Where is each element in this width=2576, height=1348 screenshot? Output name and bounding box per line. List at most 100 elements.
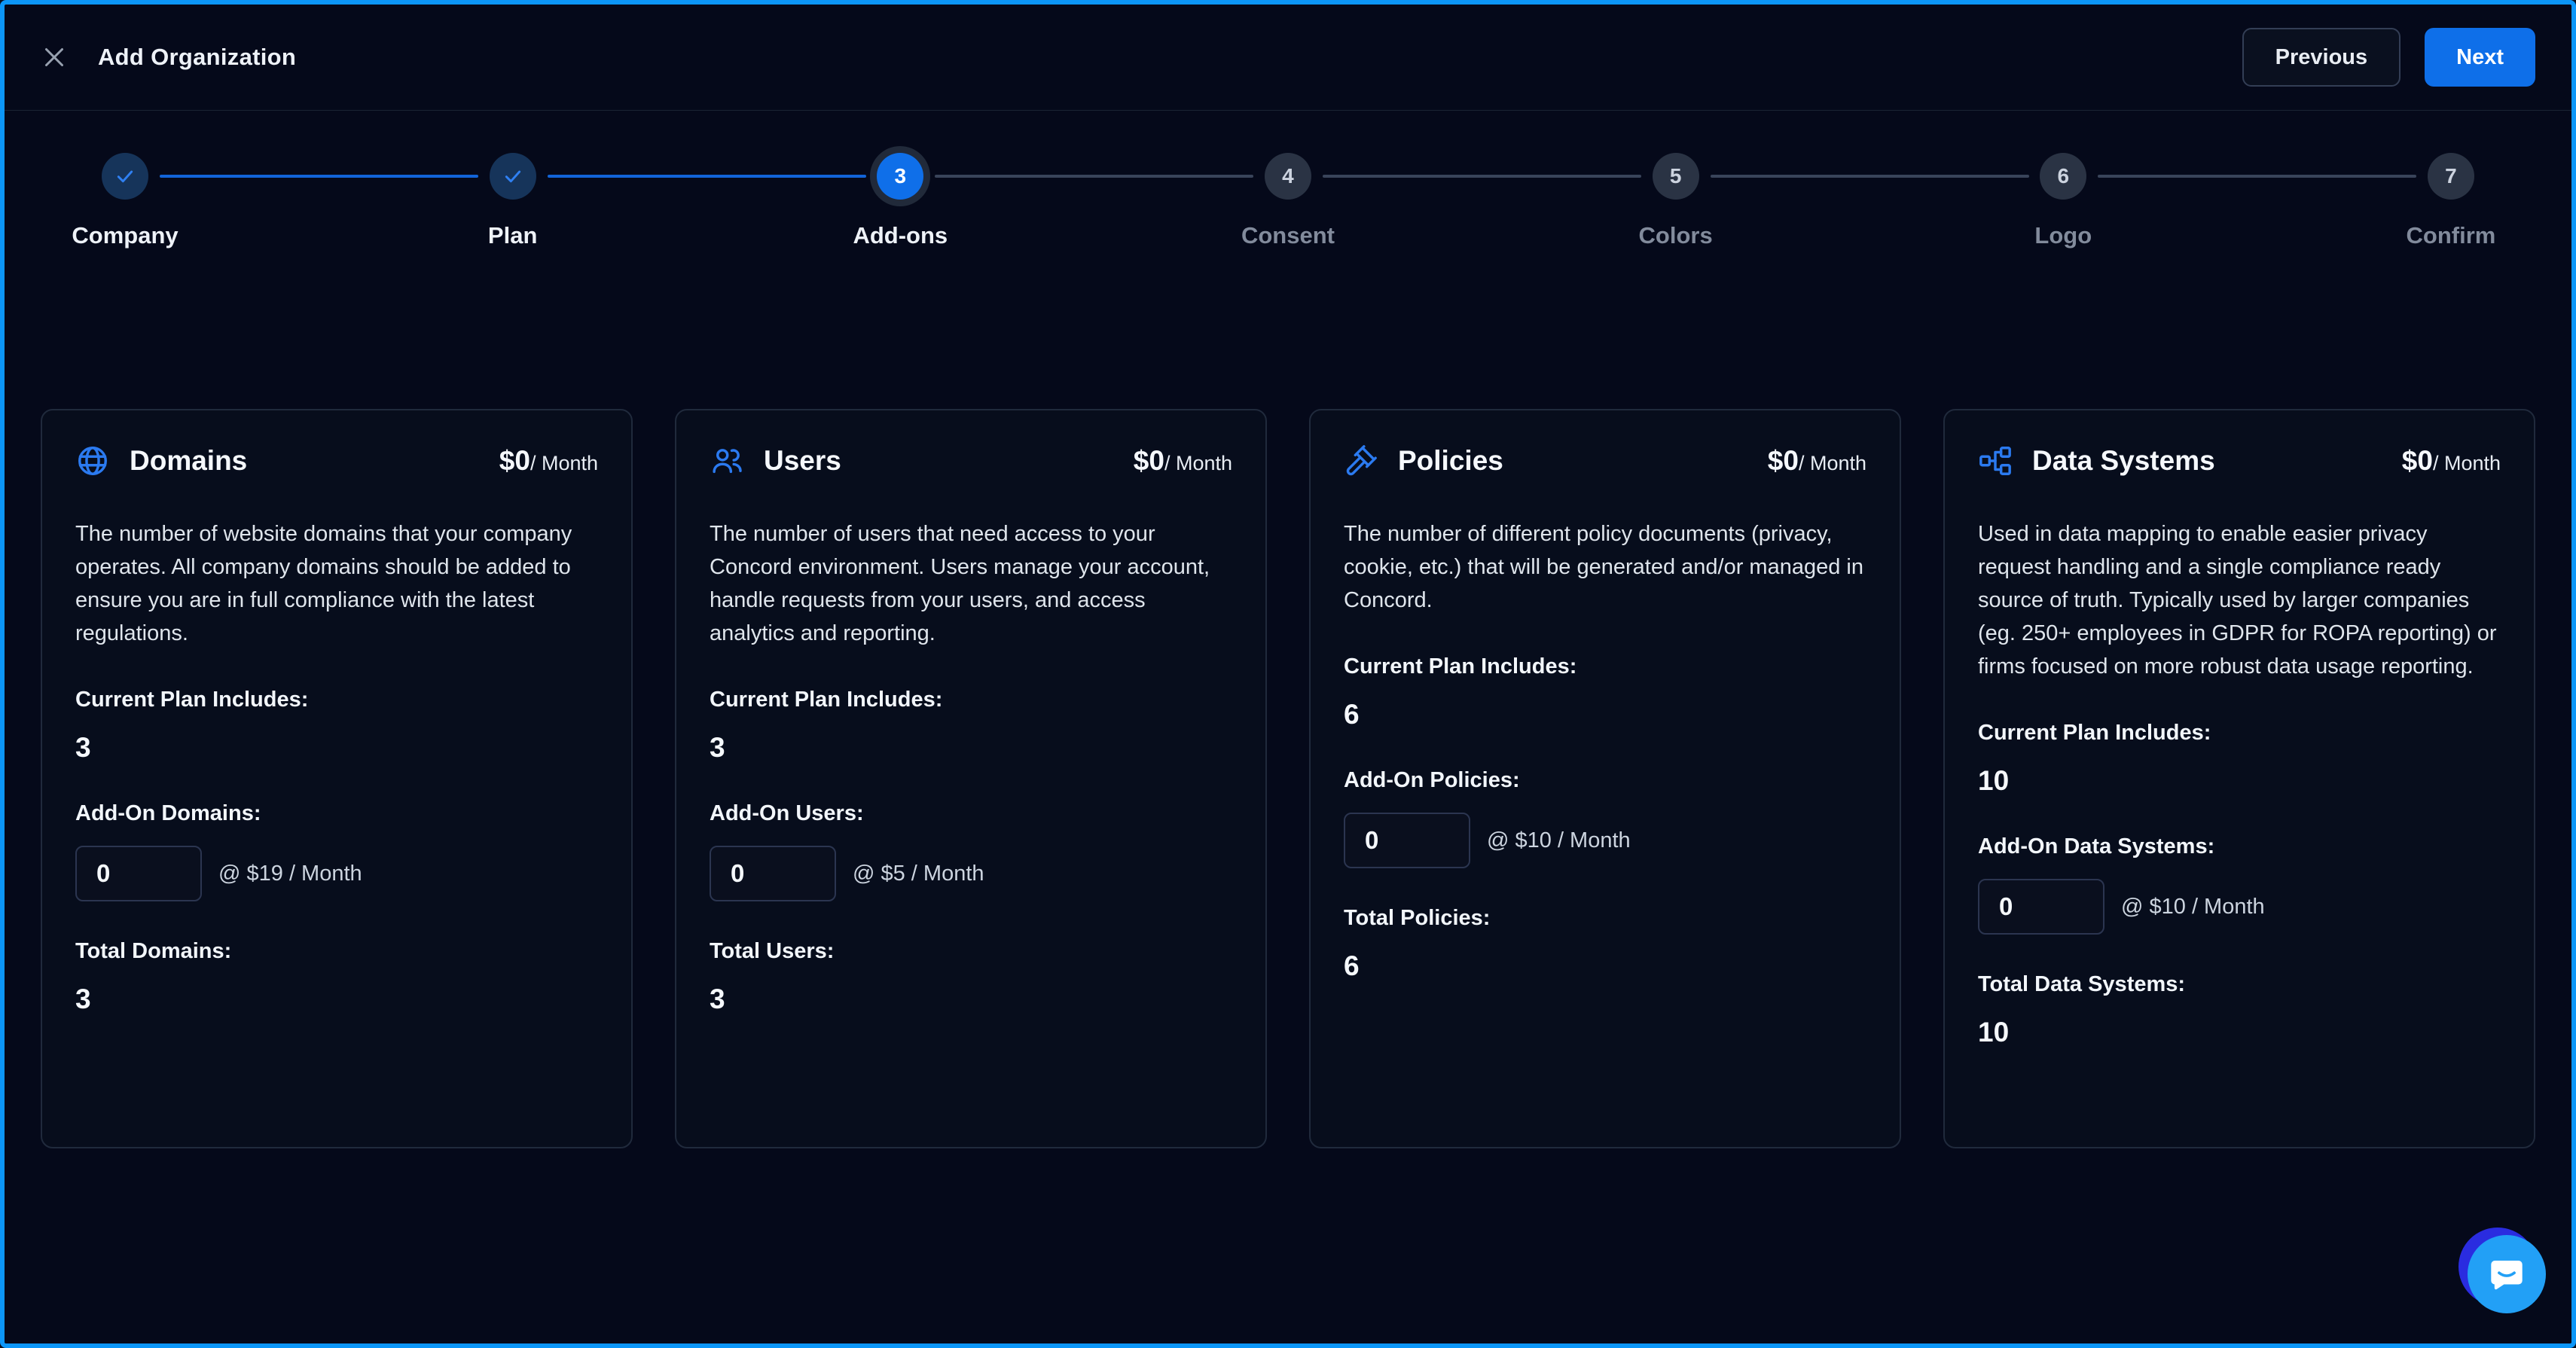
addon-label: Add-On Data Systems: [1978, 834, 2501, 859]
data-systems-icon [1978, 444, 2013, 478]
current-plan-label: Current Plan Includes: [75, 688, 598, 712]
addon-users-input[interactable] [710, 846, 836, 901]
step-circle: 3 [877, 153, 923, 200]
price-amount: $0 [499, 445, 530, 477]
step-circle [490, 153, 536, 200]
step-connector [1323, 175, 1641, 178]
total-label: Total Policies: [1344, 906, 1866, 931]
step-consent[interactable]: 4 Consent [1190, 153, 1386, 249]
step-circle: 7 [2428, 153, 2474, 200]
step-circle: 6 [2040, 153, 2086, 200]
step-circle: 4 [1265, 153, 1311, 200]
total-value: 3 [710, 984, 1232, 1015]
addon-rate: @ $19 / Month [218, 862, 362, 886]
price-amount: $0 [2402, 445, 2433, 477]
card-title: Policies [1398, 445, 1503, 477]
addon-domains-input[interactable] [75, 846, 202, 901]
current-plan-label: Current Plan Includes: [1344, 654, 1866, 679]
card-title: Domains [130, 445, 247, 477]
price-suffix: / Month [1799, 452, 1866, 475]
step-connector [2098, 175, 2416, 178]
price-amount: $0 [1134, 445, 1164, 477]
current-plan-label: Current Plan Includes: [710, 688, 1232, 712]
globe-icon [75, 444, 110, 478]
addon-label: Add-On Users: [710, 801, 1232, 826]
step-label: Company [72, 222, 178, 249]
modal-header: Add Organization Previous Next [5, 5, 2571, 111]
price-suffix: / Month [2433, 452, 2501, 475]
addon-rate: @ $5 / Month [853, 862, 984, 886]
step-plan[interactable]: Plan [415, 153, 611, 249]
addon-label: Add-On Domains: [75, 801, 598, 826]
step-number: 5 [1670, 164, 1682, 188]
chat-bubble-icon [2468, 1235, 2546, 1313]
step-logo[interactable]: 6 Logo [1965, 153, 2161, 249]
addon-label: Add-On Policies: [1344, 768, 1866, 793]
step-number: 7 [2445, 164, 2457, 188]
step-number: 3 [895, 164, 907, 188]
step-confirm[interactable]: 7 Confirm [2353, 153, 2549, 249]
previous-button[interactable]: Previous [2242, 28, 2401, 87]
addon-rate: @ $10 / Month [1487, 828, 1631, 853]
modal-title: Add Organization [98, 44, 296, 71]
card-price: $0 / Month [1134, 445, 1232, 477]
current-plan-value: 3 [75, 732, 598, 764]
card-description: Used in data mapping to enable easier pr… [1978, 517, 2501, 683]
price-suffix: / Month [1164, 452, 1232, 475]
card-description: The number of website domains that your … [75, 517, 598, 650]
current-plan-value: 3 [710, 732, 1232, 764]
total-label: Total Users: [710, 939, 1232, 964]
card-price: $0 / Month [1768, 445, 1866, 477]
next-button[interactable]: Next [2425, 28, 2535, 87]
step-label: Plan [488, 222, 537, 249]
total-value: 10 [1978, 1017, 2501, 1048]
add-organization-modal: Add Organization Previous Next Company [0, 0, 2576, 1348]
card-title: Users [764, 445, 841, 477]
data-systems-card: Data Systems $0 / Month Used in data map… [1943, 409, 2535, 1148]
current-plan-value: 10 [1978, 765, 2501, 797]
check-icon [113, 164, 137, 188]
step-label: Consent [1241, 222, 1335, 249]
step-connector [160, 175, 478, 178]
gavel-icon [1344, 444, 1378, 478]
step-label: Colors [1639, 222, 1713, 249]
step-company[interactable]: Company [27, 153, 223, 249]
total-value: 3 [75, 984, 598, 1015]
check-icon [501, 164, 525, 188]
total-label: Total Data Systems: [1978, 972, 2501, 997]
users-icon [710, 444, 744, 478]
addon-data-systems-input[interactable] [1978, 879, 2104, 935]
header-actions: Previous Next [2242, 28, 2535, 87]
card-description: The number of users that need access to … [710, 517, 1232, 650]
price-suffix: / Month [530, 452, 598, 475]
addons-card-grid: Domains $0 / Month The number of website… [5, 409, 2571, 1148]
policies-card: Policies $0 / Month The number of differ… [1309, 409, 1901, 1148]
step-circle: 5 [1653, 153, 1699, 200]
addon-policies-input[interactable] [1344, 813, 1470, 868]
step-colors[interactable]: 5 Colors [1578, 153, 1774, 249]
current-plan-value: 6 [1344, 699, 1866, 730]
step-number: 4 [1282, 164, 1294, 188]
current-plan-label: Current Plan Includes: [1978, 721, 2501, 746]
step-circle [102, 153, 148, 200]
addon-rate: @ $10 / Month [2121, 895, 2265, 920]
price-amount: $0 [1768, 445, 1799, 477]
step-connector [1711, 175, 2029, 178]
card-description: The number of different policy documents… [1344, 517, 1866, 617]
step-connector [548, 175, 866, 178]
users-card: Users $0 / Month The number of users tha… [675, 409, 1267, 1148]
chat-launcher-button[interactable] [2468, 1235, 2546, 1313]
step-label: Confirm [2407, 222, 2496, 249]
step-label: Logo [2034, 222, 2092, 249]
total-value: 6 [1344, 950, 1866, 982]
card-price: $0 / Month [499, 445, 598, 477]
step-number: 6 [2057, 164, 2069, 188]
close-button[interactable] [41, 44, 68, 71]
card-title: Data Systems [2032, 445, 2215, 477]
step-add-ons[interactable]: 3 Add-ons [802, 153, 998, 249]
step-label: Add-ons [853, 222, 948, 249]
close-icon [41, 44, 68, 71]
step-connector [935, 175, 1253, 178]
total-label: Total Domains: [75, 939, 598, 964]
card-price: $0 / Month [2402, 445, 2501, 477]
